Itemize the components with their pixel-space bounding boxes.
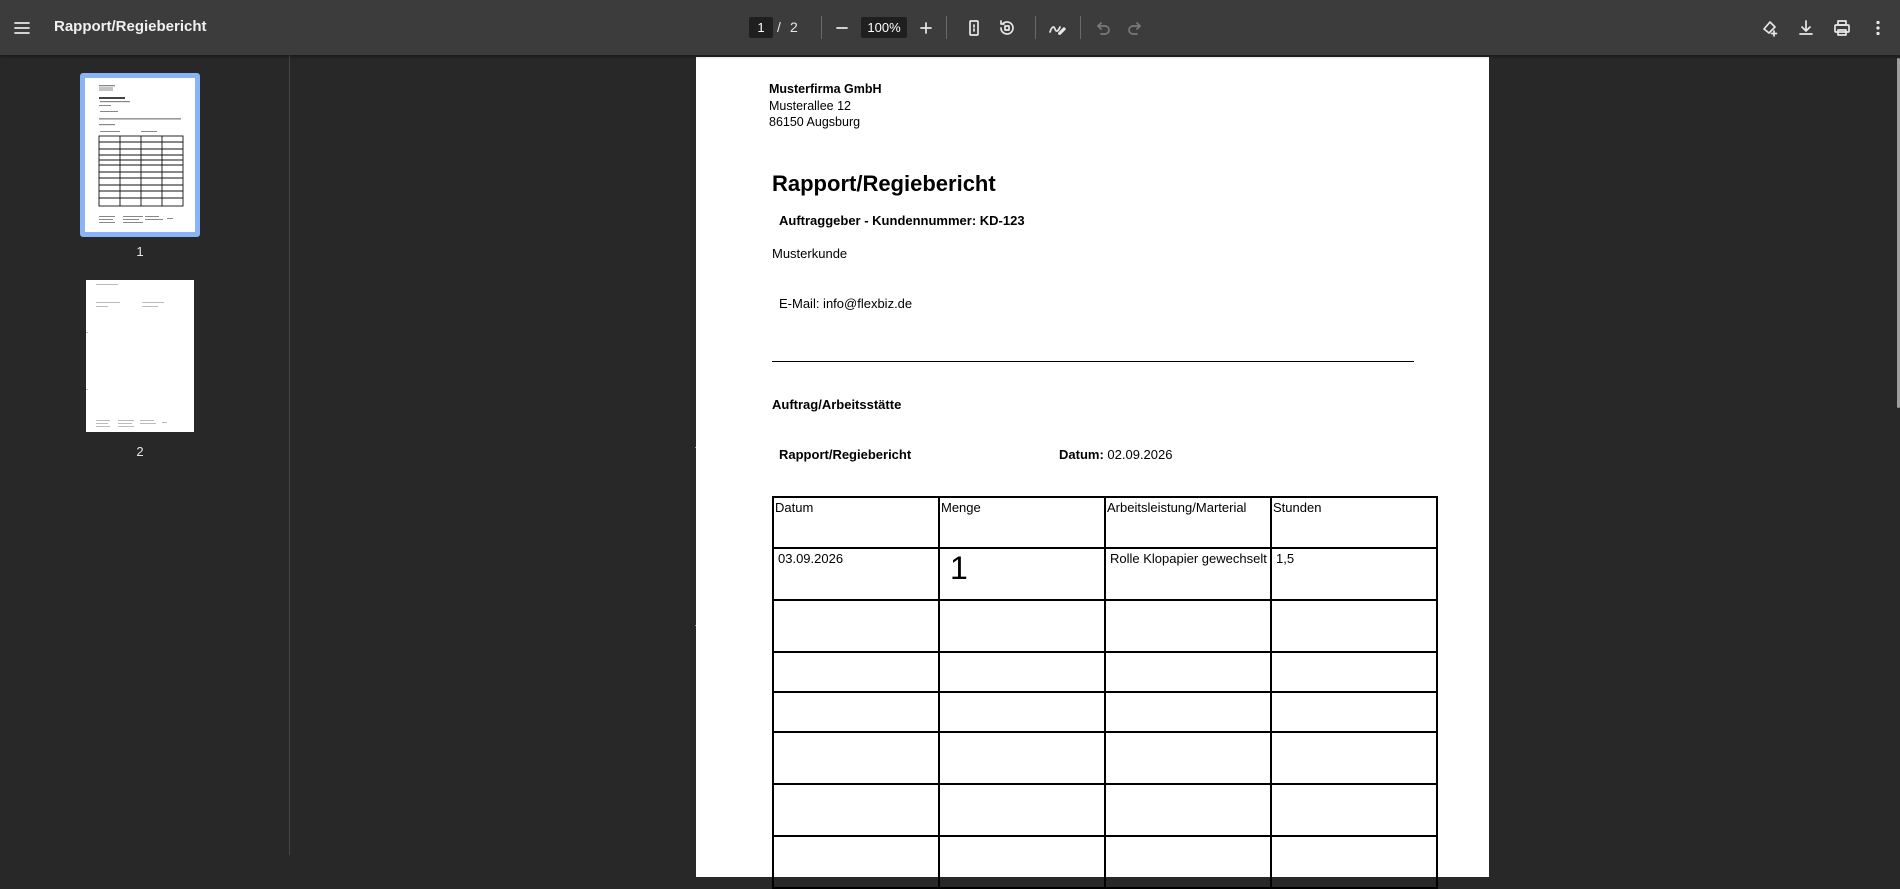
table-cell [938, 651, 1106, 693]
table-header-cell: Arbeitsleistung/Marterial [1104, 496, 1272, 549]
table-cell [1104, 835, 1272, 889]
separator-line [772, 361, 1414, 362]
table-cell [1104, 691, 1272, 733]
date-value: 02.09.2026 [1107, 447, 1173, 462]
table-cell: 03.09.2026 [772, 547, 940, 601]
date-label: Datum: [1059, 447, 1104, 462]
table-header-cell: Menge [938, 496, 1106, 549]
toolbar-divider [821, 16, 822, 39]
report-table: Datum Menge Arbeitsleistung/Marterial St… [772, 496, 1438, 889]
table-cell [772, 691, 940, 733]
menu-icon[interactable] [8, 14, 35, 41]
table-cell: 1,5 [1270, 547, 1438, 601]
annotate-icon[interactable] [1043, 14, 1070, 41]
company-name: Musterfirma GmbH [769, 82, 882, 96]
table-cell [1270, 731, 1438, 785]
page-thumbnail-1[interactable] [85, 78, 195, 232]
download-icon[interactable] [1792, 14, 1819, 41]
table-cell [772, 651, 940, 693]
fit-page-icon[interactable] [960, 14, 987, 41]
table-cell: 1 [938, 547, 1106, 601]
table-cell [938, 835, 1106, 889]
toolbar-divider [946, 16, 947, 39]
document-viewer: Musterfirma GmbH Musterallee 12 86150 Au… [291, 55, 1900, 889]
client-name: Musterkunde [772, 246, 848, 261]
table-cell [1104, 599, 1272, 653]
print-icon[interactable] [1828, 14, 1855, 41]
table-cell [1270, 691, 1438, 733]
company-street: Musterallee 12 [769, 99, 851, 113]
redo-icon[interactable] [1121, 14, 1148, 41]
toolbar-divider [1080, 16, 1081, 39]
table-header-cell: Stunden [1270, 496, 1438, 549]
report-date: Datum: 02.09.2026 [1059, 447, 1172, 462]
table-cell [1104, 731, 1272, 785]
table-cell [772, 783, 940, 837]
page-thumbnail-1-preview [98, 85, 184, 223]
company-city: 86150 Augsburg [769, 115, 861, 129]
thumbnail-sidebar: 1 2 [0, 55, 290, 855]
table-cell [772, 731, 940, 785]
table-cell [1270, 835, 1438, 889]
edit-pdf-icon[interactable] [1756, 14, 1783, 41]
report-title: Rapport/Regiebericht [772, 171, 996, 196]
zoom-in-icon[interactable] [912, 14, 939, 41]
pdf-toolbar: Rapport/Regiebericht 1 / 2 100% [0, 0, 1900, 55]
rotate-icon[interactable] [993, 14, 1020, 41]
client-email: E-Mail: info@flexbiz.de [779, 296, 913, 311]
undo-icon[interactable] [1089, 14, 1116, 41]
toolbar-divider [1035, 16, 1036, 39]
document-title: Rapport/Regiebericht [54, 18, 207, 35]
table-cell: Rolle Klopapier gewechselt [1104, 547, 1272, 601]
report-label: Rapport/Regiebericht [779, 447, 912, 462]
table-cell [1270, 783, 1438, 837]
zoom-out-icon[interactable] [828, 14, 855, 41]
section-title: Auftrag/Arbeitsstätte [772, 397, 902, 412]
table-cell [938, 599, 1106, 653]
page-number-input[interactable]: 1 [749, 17, 773, 38]
table-header-row: Datum Menge Arbeitsleistung/Marterial St… [772, 496, 1438, 549]
table-row [772, 599, 1438, 653]
table-row: 03.09.2026 1 Rolle Klopapier gewechselt … [772, 547, 1438, 601]
thumbnail-label-1: 1 [136, 244, 144, 259]
thumbnail-label-2: 2 [136, 444, 144, 459]
table-cell [1270, 599, 1438, 653]
table-cell [1270, 651, 1438, 693]
table-row [772, 651, 1438, 693]
table-cell [1104, 651, 1272, 693]
pdf-page-1: Musterfirma GmbH Musterallee 12 86150 Au… [696, 57, 1489, 889]
page-total: 2 [790, 19, 798, 35]
table-cell [938, 783, 1106, 837]
table-cell [772, 599, 940, 653]
page-thumbnail-2[interactable] [86, 280, 194, 432]
table-cell [1104, 783, 1272, 837]
zoom-level-input[interactable]: 100% [861, 17, 907, 38]
table-cell [772, 835, 940, 889]
table-row [772, 731, 1438, 785]
client-header: Auftraggeber - Kundennummer: KD-123 [779, 213, 1025, 228]
table-header-cell: Datum [772, 496, 940, 549]
table-row [772, 783, 1438, 837]
table-cell [938, 691, 1106, 733]
page-thumbnail-2-preview [86, 284, 167, 427]
table-cell [938, 731, 1106, 785]
page-separator: / [777, 19, 781, 35]
table-row [772, 835, 1438, 889]
table-row [772, 691, 1438, 733]
more-options-icon[interactable] [1864, 14, 1891, 41]
